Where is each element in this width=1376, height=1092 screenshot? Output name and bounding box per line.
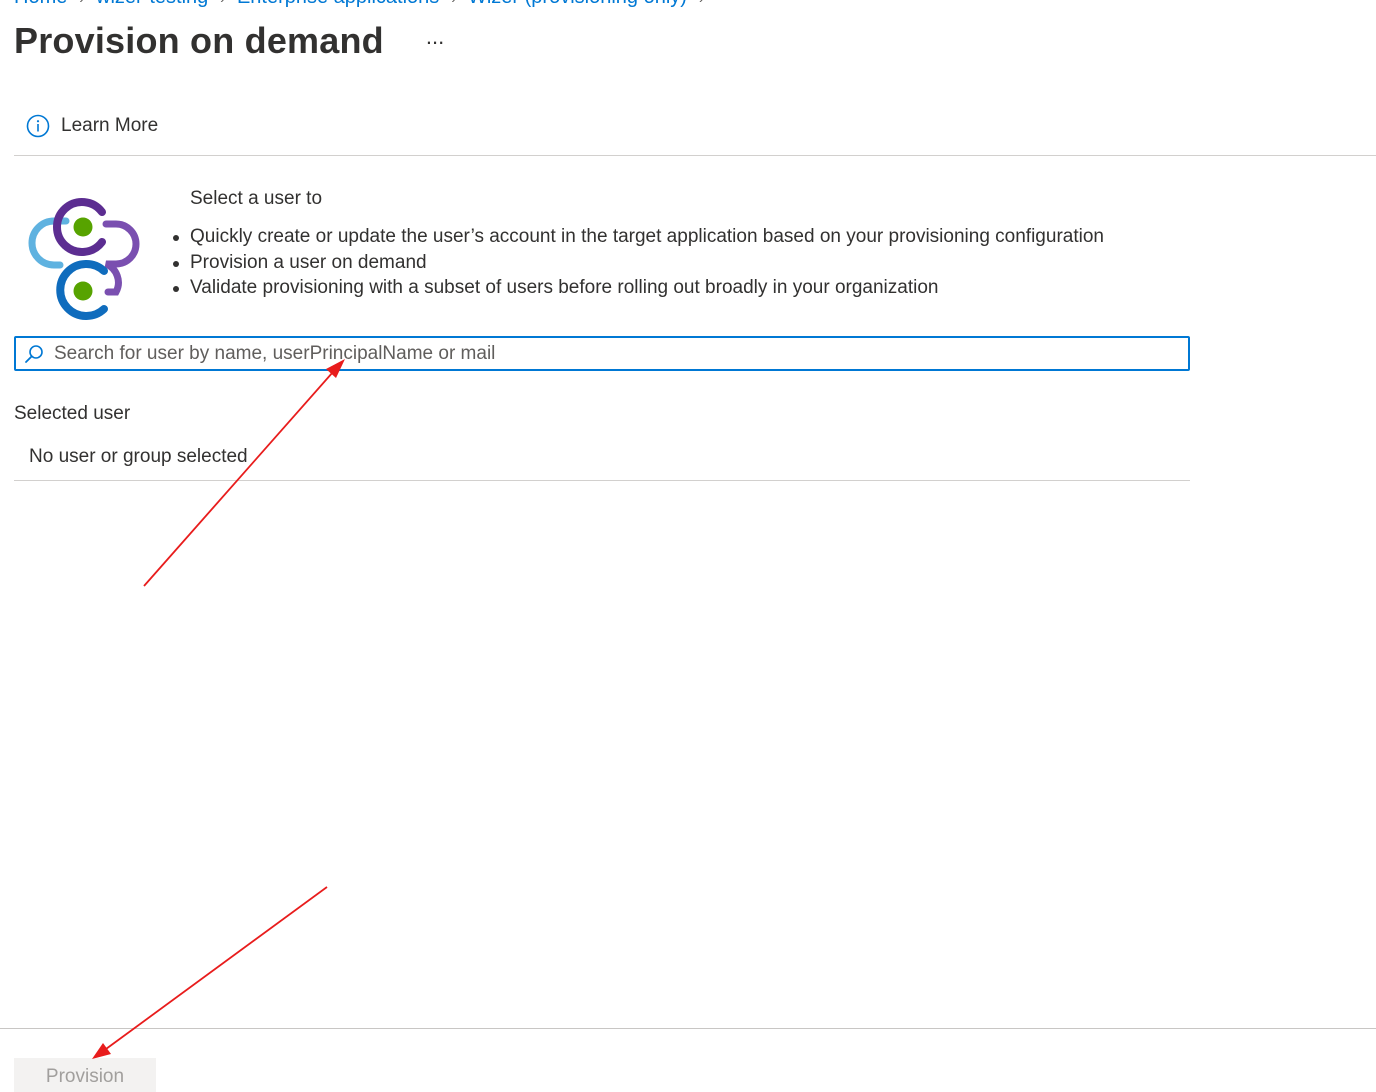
provision-on-demand-page: Home › wizer-testing › Enterprise applic… — [0, 0, 1376, 1092]
breadcrumb-item-enterprise-apps[interactable]: Enterprise applications — [237, 0, 439, 9]
info-icon — [26, 114, 50, 138]
more-options-button[interactable]: ... — [420, 26, 450, 48]
page-title: Provision on demand — [14, 20, 384, 61]
divider — [14, 155, 1376, 156]
breadcrumb-separator: › — [220, 0, 225, 6]
learn-more-button[interactable]: Learn More — [26, 114, 158, 138]
breadcrumb-separator: › — [79, 0, 84, 6]
intro-lead: Select a user to — [190, 188, 323, 209]
selected-user-value: No user or group selected — [29, 446, 248, 467]
provisioning-sync-icon — [26, 196, 144, 320]
breadcrumb-item-tenant[interactable]: wizer-testing — [96, 0, 208, 9]
intro-section: Select a user to Quickly create or updat… — [173, 188, 1104, 301]
intro-bullet: Validate provisioning with a subset of u… — [173, 275, 1104, 301]
search-input[interactable] — [52, 341, 1156, 366]
search-icon — [24, 344, 44, 364]
intro-bullet-list: Quickly create or update the user’s acco… — [173, 224, 1104, 301]
user-search-box[interactable] — [14, 336, 1190, 371]
breadcrumb-item-app[interactable]: Wizer (provisioning only) — [468, 0, 687, 9]
selected-user-label: Selected user — [14, 403, 131, 424]
annotation-arrow — [92, 886, 328, 1059]
breadcrumb-separator: › — [699, 0, 704, 6]
annotation-arrow — [143, 359, 345, 587]
breadcrumb-separator: › — [451, 0, 456, 6]
footer-divider — [0, 1028, 1376, 1029]
intro-bullet: Provision a user on demand — [173, 250, 1104, 276]
provision-button[interactable]: Provision — [14, 1058, 156, 1092]
breadcrumb-item-home[interactable]: Home — [14, 0, 67, 9]
learn-more-label: Learn More — [61, 115, 159, 136]
divider — [14, 480, 1190, 481]
title-row: Provision on demand ... — [14, 20, 450, 62]
intro-bullet: Quickly create or update the user’s acco… — [173, 224, 1104, 250]
breadcrumb: Home › wizer-testing › Enterprise applic… — [14, 0, 716, 9]
annotation-arrows — [92, 359, 345, 1059]
